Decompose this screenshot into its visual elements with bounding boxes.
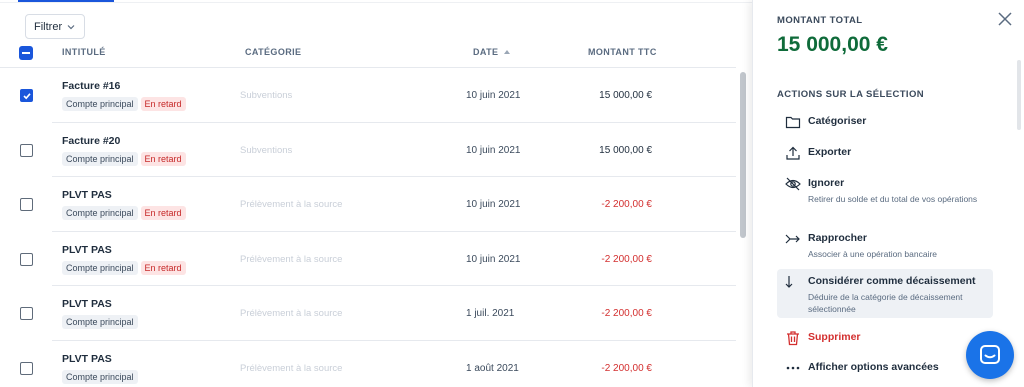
row-checkbox[interactable]: [20, 89, 33, 102]
row-amount: -2 200,00 €: [601, 362, 652, 374]
reconcile-description: Associer à une opération bancaire: [808, 249, 937, 259]
select-all-checkbox[interactable]: [19, 46, 33, 60]
filter-button[interactable]: Filtrer: [25, 14, 86, 39]
checkmark-icon: [22, 92, 31, 99]
account-badge: Compte principal: [62, 369, 138, 384]
disbursement-action[interactable]: Considérer comme décaissement Déduire de…: [777, 269, 993, 318]
row-tags: Compte principal: [62, 369, 138, 384]
categorize-label: Catégoriser: [808, 115, 867, 127]
more-dots-icon: [786, 366, 800, 370]
row-title[interactable]: Facture #20: [62, 135, 120, 147]
late-badge: En retard: [140, 206, 186, 220]
row-date: 10 juin 2021: [466, 253, 521, 265]
row-category[interactable]: Prélèvement à la source: [240, 254, 342, 265]
panel-scrollbar[interactable]: [1017, 60, 1021, 130]
transactions-table: INTITULÉ CATÉGORIE DATE MONTANT TTC Fact…: [0, 40, 736, 387]
header-title[interactable]: INTITULÉ: [62, 47, 106, 57]
row-amount: -2 200,00 €: [601, 308, 652, 319]
delete-action[interactable]: Supprimer: [777, 328, 993, 348]
chevron-down-icon: [67, 24, 75, 29]
upload-icon: [786, 146, 800, 160]
ignore-description: Retirer du solde et du total de vos opér…: [808, 194, 978, 204]
filter-label: Filtrer: [34, 20, 63, 33]
total-value: 15 000,00 €: [777, 33, 888, 56]
row-amount: 15 000,00 €: [599, 144, 652, 156]
actions-label: ACTIONS SUR LA SÉLECTION: [777, 89, 925, 100]
row-title[interactable]: PLVT PAS: [62, 244, 112, 256]
row-tags: Compte principal En retard: [62, 260, 186, 275]
row-tags: Compte principal En retard: [62, 206, 186, 220]
header-category[interactable]: CATÉGORIE: [245, 47, 301, 57]
table-row[interactable]: PLVT PAS Compte principal Prélèvement à la…: [20, 286, 736, 341]
disbursement-description: Déduire de la catégorie de décaissement …: [808, 292, 963, 314]
chat-icon: [980, 345, 1000, 364]
arrow-down-icon: [785, 276, 793, 288]
advanced-options-action[interactable]: Afficher options avancées: [777, 358, 993, 378]
account-badge: Compte principal: [62, 315, 138, 329]
categorize-action[interactable]: Catégoriser: [777, 112, 993, 132]
row-amount: -2 200,00 €: [601, 199, 652, 210]
row-date: 1 août 2021: [466, 362, 519, 374]
account-badge: Compte principal: [62, 151, 138, 166]
row-checkbox[interactable]: [20, 252, 33, 266]
folder-icon: [785, 116, 801, 129]
row-category[interactable]: Prélèvement à la source: [240, 199, 342, 210]
row-checkbox[interactable]: [20, 307, 33, 320]
reconcile-label: Rapprocher: [808, 232, 867, 244]
late-badge: En retard: [140, 151, 186, 166]
export-label: Exporter: [808, 146, 852, 158]
ignore-action[interactable]: Ignorer Retirer du solde et du total de …: [777, 174, 993, 218]
table-row[interactable]: Facture #16 Compte principal En retard Subv…: [20, 68, 736, 123]
merge-arrow-icon: [785, 234, 800, 244]
selection-panel: MONTANT TOTAL 15 000,00 € ACTIONS SUR LA…: [752, 0, 1024, 387]
row-date: 10 juin 2021: [466, 90, 521, 101]
row-tags: Compte principal: [62, 315, 138, 329]
table-header: INTITULÉ CATÉGORIE DATE MONTANT TTC: [0, 40, 736, 68]
row-category[interactable]: Subventions: [240, 145, 292, 156]
row-amount: 15 000,00 €: [599, 90, 652, 101]
row-title[interactable]: PLVT PAS: [62, 189, 112, 201]
sort-asc-icon: [504, 50, 511, 54]
table-body: Facture #16 Compte principal En retard Subv…: [0, 68, 736, 387]
table-scrollbar[interactable]: [740, 72, 746, 238]
reconcile-action[interactable]: Rapprocher Associer à une opération banc…: [777, 229, 993, 263]
trash-icon: [787, 331, 799, 346]
chat-button[interactable]: [966, 331, 1014, 379]
header-date[interactable]: DATE: [473, 47, 511, 57]
table-row[interactable]: PLVT PAS Compte principal En retard Prélève…: [20, 177, 736, 232]
account-badge: Compte principal: [62, 206, 138, 220]
row-category[interactable]: Subventions: [240, 90, 292, 101]
disbursement-label: Considérer comme décaissement: [808, 275, 976, 287]
row-date: 10 juin 2021: [466, 199, 521, 210]
row-title[interactable]: Facture #16: [62, 80, 120, 92]
table-row[interactable]: Facture #20 Compte principal En retard Subv…: [20, 123, 736, 177]
row-title[interactable]: PLVT PAS: [62, 298, 112, 310]
header-amount[interactable]: MONTANT TTC: [588, 47, 657, 57]
row-checkbox[interactable]: [20, 361, 33, 375]
row-checkbox[interactable]: [20, 143, 33, 157]
close-icon[interactable]: [996, 10, 1014, 28]
advanced-options-label: Afficher options avancées: [808, 361, 939, 373]
row-amount: -2 200,00 €: [601, 253, 652, 265]
row-title[interactable]: PLVT PAS: [62, 353, 112, 365]
row-tags: Compte principal En retard: [62, 151, 186, 166]
total-label: MONTANT TOTAL: [777, 15, 863, 26]
top-divider: [0, 2, 752, 3]
table-row[interactable]: PLVT PAS Compte principal En retard Prélève…: [20, 232, 736, 286]
account-badge: Compte principal: [62, 260, 138, 275]
row-category[interactable]: Prélèvement à la source: [240, 308, 342, 319]
late-badge: En retard: [140, 97, 186, 111]
row-date: 10 juin 2021: [466, 144, 521, 156]
row-checkbox[interactable]: [20, 198, 33, 211]
account-badge: Compte principal: [62, 97, 138, 111]
eye-off-icon: [785, 177, 801, 191]
table-row[interactable]: PLVT PAS Compte principal Prélèvement à la…: [20, 341, 736, 387]
delete-label: Supprimer: [808, 331, 861, 343]
row-category[interactable]: Prélèvement à la source: [240, 363, 342, 374]
row-tags: Compte principal En retard: [62, 97, 186, 111]
late-badge: En retard: [140, 260, 186, 275]
row-date: 1 juil. 2021: [466, 308, 515, 319]
export-action[interactable]: Exporter: [777, 143, 993, 163]
ignore-label: Ignorer: [808, 177, 845, 189]
